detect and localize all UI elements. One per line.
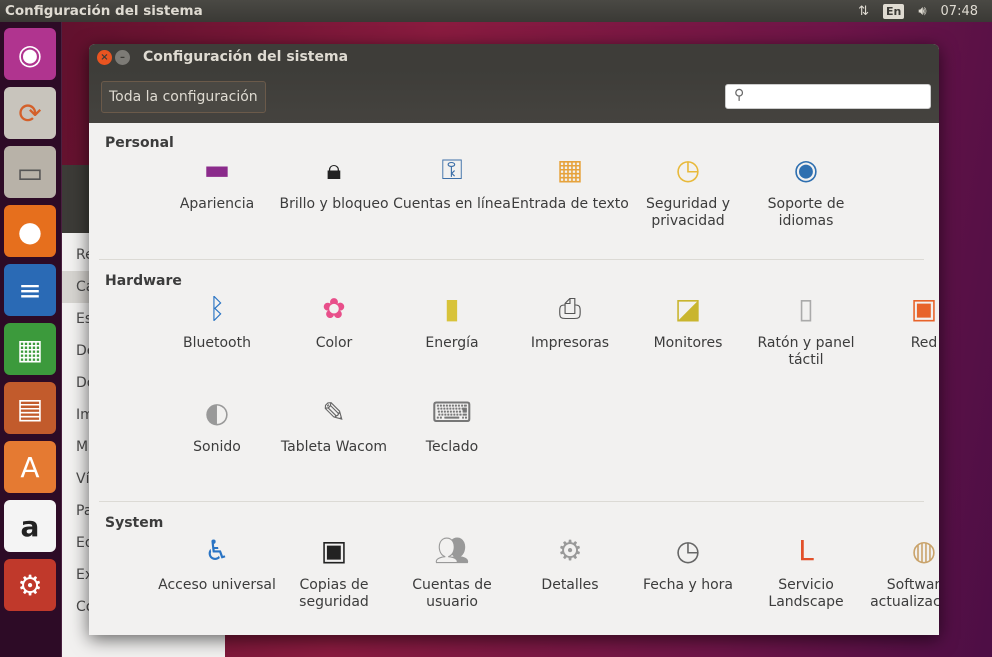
settings-item-monitor[interactable]: ◪ Monitores [629,287,747,352]
flag-globe-icon: ◉ [793,152,819,186]
impress-icon[interactable]: ▤ [4,382,56,434]
settings-item-lock-monitor[interactable]: 🔒︎ Brillo y bloqueo [275,148,393,213]
settings-item-keyboard-layouts[interactable]: ▦ Entrada de texto [511,148,629,213]
section-divider [99,259,924,260]
settings-window: × – Configuración del sistema Toda la co… [89,44,939,635]
mouse-icon: ▯ [798,291,814,325]
bluetooth-icon: ᛒ [208,291,226,325]
settings-item-tablet-pen[interactable]: ✎ Tableta Wacom [275,391,393,456]
settings-item-package-globe[interactable]: ◍ Software y actualizaciones [865,529,939,611]
calc-icon[interactable]: ▦ [4,323,56,375]
settings-item-gear[interactable]: ⚙ Detalles [511,529,629,594]
window-title: Configuración del sistema [143,49,349,65]
settings-item-label: Bluetooth [183,335,251,351]
settings-item-users[interactable]: 👥︎ Cuentas de usuario [393,529,511,611]
keyboard-icon: ⌨ [431,395,473,429]
settings-item-label: Entrada de texto [511,196,629,212]
settings-item-label: Acceso universal [158,577,276,593]
settings-item-label: Tableta Wacom [280,439,388,455]
clock[interactable]: 07:48 [941,4,978,19]
network-folder-icon: ▣ [910,291,938,325]
keyboard-layouts-icon: ▦ [556,152,584,186]
writer-icon[interactable]: ≡ [4,264,56,316]
settings-item-mouse[interactable]: ▯ Ratón y panel táctil [747,287,865,369]
settings-item-label: Color [315,335,353,351]
section-title: System [105,515,164,531]
settings-item-bluetooth[interactable]: ᛒ Bluetooth [158,287,276,352]
settings-item-label: Impresoras [530,335,610,351]
system-settings-icon[interactable]: ⚙ [4,559,56,611]
amazon-icon[interactable]: a [4,500,56,552]
settings-item-printer[interactable]: ⎙ Impresoras [511,287,629,352]
settings-item-color-flower[interactable]: ✿ Color [275,287,393,352]
disk-installer-icon[interactable]: ⟳ [4,87,56,139]
firefox-icon[interactable]: ● [4,205,56,257]
settings-item-battery[interactable]: ▮ Energía [393,287,511,352]
settings-item-label: Monitores [653,335,723,351]
settings-item-label: Brillo y bloqueo [279,196,389,212]
settings-item-safe[interactable]: ▣ Copias de seguridad [275,529,393,611]
settings-item-accessibility[interactable]: ♿︎ Acceso universal [158,529,276,594]
gear-icon: ⚙ [557,533,583,567]
settings-item-keys-globe[interactable]: ⚿ Cuentas en línea [393,148,511,213]
settings-item-monitor-purple[interactable]: ▬ Apariencia [158,148,276,213]
settings-item-label: Sonido [193,439,241,455]
settings-item-history-clock[interactable]: ◷ Seguridad y privacidad [629,148,747,230]
close-icon[interactable]: × [97,49,112,65]
settings-item-label: Detalles [541,577,599,593]
landscape-icon: L [798,533,814,567]
settings-item-network-folder[interactable]: ▣ Red [865,287,939,352]
file-manager-icon[interactable]: ▭ [4,146,56,198]
volume-icon[interactable]: 🔊︎ [918,4,926,19]
users-icon: 👥︎ [434,533,470,567]
settings-item-label: Ratón y panel táctil [757,335,855,368]
settings-item-label: Cuentas de usuario [412,577,492,610]
keys-globe-icon: ⚿ [441,152,463,186]
monitor-purple-icon: ▬ [203,152,231,186]
color-flower-icon: ✿ [322,291,346,325]
clock-icon: ◷ [675,533,701,567]
software-center-icon[interactable]: A [4,441,56,493]
settings-item-clock[interactable]: ◷ Fecha y hora [629,529,747,594]
keyboard-indicator[interactable]: En [882,3,905,19]
search-input[interactable]: ⚲ [725,84,931,109]
settings-item-label: Apariencia [179,196,255,212]
top-panel: Configuración del sistema ⇅ En 🔊︎ 07:48 [0,0,992,22]
all-settings-button[interactable]: Toda la configuración [101,81,266,113]
settings-item-label: Soporte de idiomas [767,196,845,229]
settings-grid: Personal ▬ Apariencia 🔒︎ Brillo y bloqueo ⚿ Cu… [89,123,939,635]
toolbar: Toda la configuración ⚲ [89,70,939,123]
minimize-icon[interactable]: – [115,49,130,65]
settings-item-label: Seguridad y privacidad [646,196,730,229]
battery-icon: ▮ [444,291,460,325]
launcher: ◉ ⟳ ▭ ● ≡ ▦ ▤ A a ⚙ [0,22,62,657]
package-globe-icon: ◍ [911,533,937,567]
settings-item-label: Teclado [425,439,479,455]
settings-item-speaker-knob[interactable]: ◐ Sonido [158,391,276,456]
settings-item-label: Fecha y hora [642,577,733,593]
title-bar: × – Configuración del sistema [89,44,939,70]
section-divider [99,501,924,502]
speaker-knob-icon: ◐ [204,395,230,429]
settings-item-label: Servicio Landscape [768,577,844,610]
settings-item-label: Cuentas en línea [393,196,511,212]
settings-item-label: Energía [425,335,479,351]
settings-item-label: Copias de seguridad [299,577,369,610]
settings-item-flag-globe[interactable]: ◉ Soporte de idiomas [747,148,865,230]
search-icon: ⚲ [734,87,745,103]
ubuntu-dash-icon[interactable]: ◉ [4,28,56,80]
monitor-icon: ◪ [674,291,702,325]
safe-icon: ▣ [320,533,348,567]
lock-monitor-icon: 🔒︎ [326,152,342,186]
settings-item-label: Software y actualizaciones [870,577,939,610]
accessibility-icon: ♿︎ [204,533,230,567]
settings-item-keyboard[interactable]: ⌨ Teclado [393,391,511,456]
network-icon[interactable]: ⇅ [858,4,869,19]
tablet-pen-icon: ✎ [322,395,346,429]
panel-title: Configuración del sistema [5,3,203,19]
settings-item-landscape[interactable]: L Servicio Landscape [747,529,865,611]
history-clock-icon: ◷ [675,152,701,186]
settings-item-label: Red [910,335,938,351]
printer-icon: ⎙ [558,291,582,325]
